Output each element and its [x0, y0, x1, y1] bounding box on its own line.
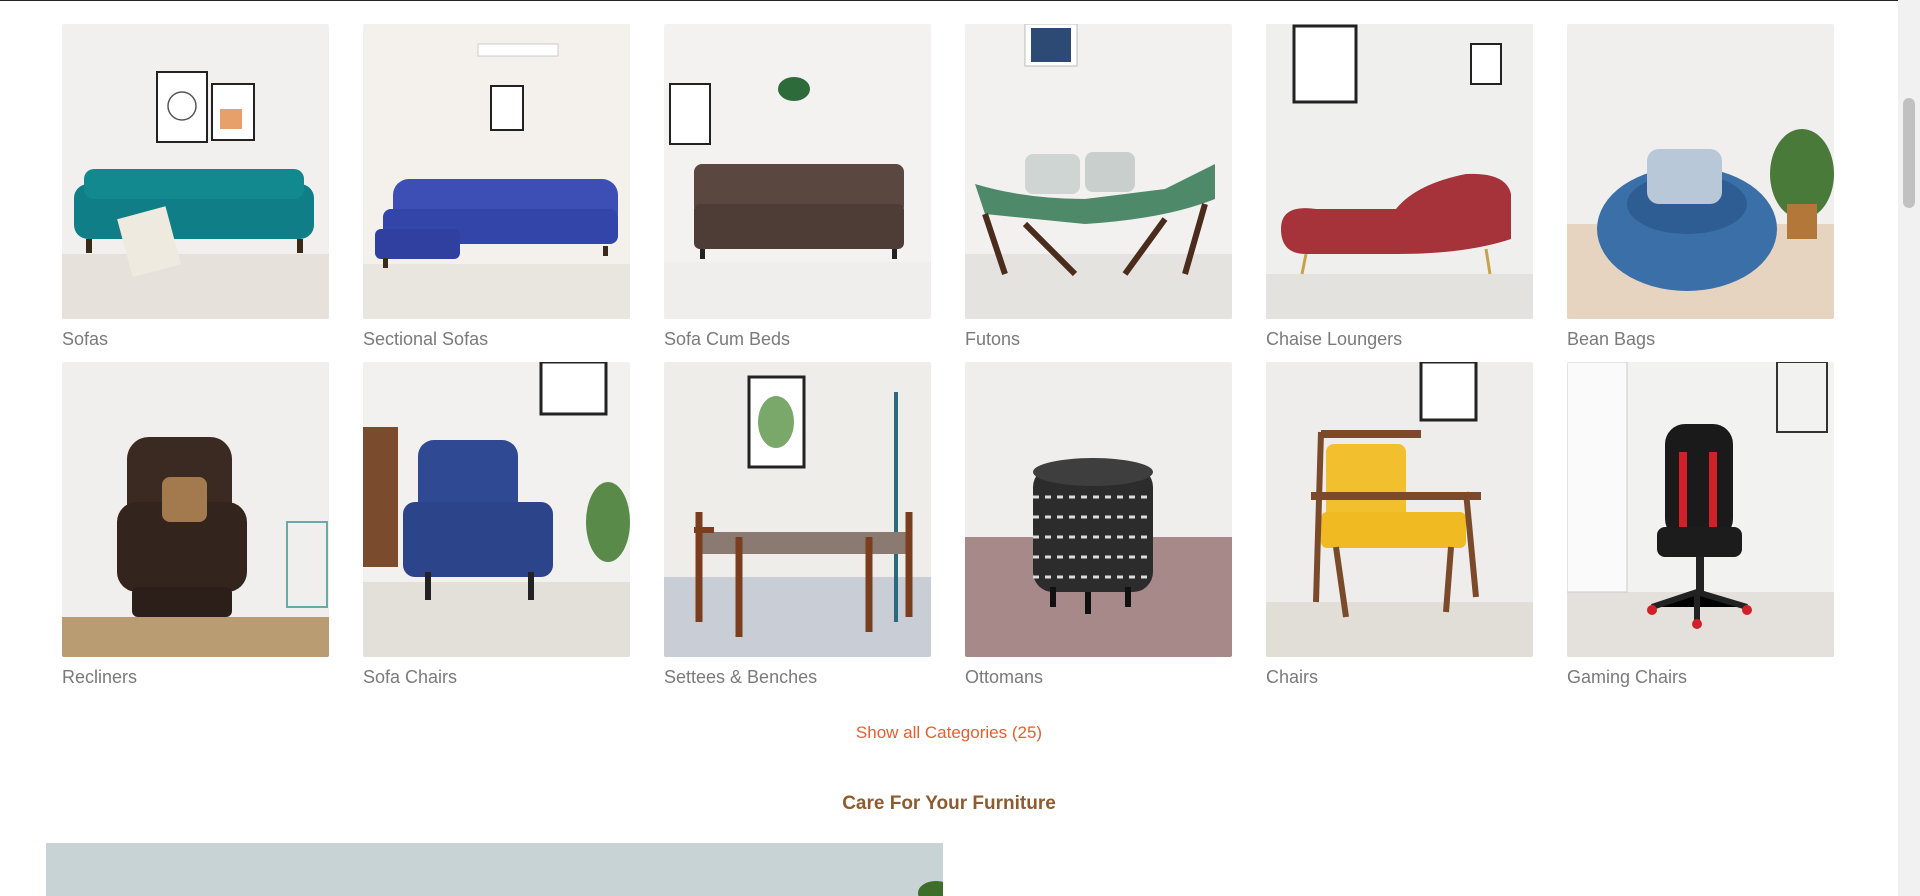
- category-label: Futons: [965, 329, 1021, 349]
- category-card-sectional-sofas[interactable]: Sectional Sofas: [363, 24, 630, 362]
- category-card-recliners[interactable]: Recliners: [62, 362, 329, 700]
- chair-yellow-image: [1266, 362, 1533, 657]
- section-title: Care For Your Furniture: [842, 793, 1056, 814]
- category-label: Settees & Benches: [664, 667, 818, 687]
- ottoman-patterned-image: [965, 362, 1232, 657]
- category-label: Sofas: [62, 329, 109, 349]
- bean-bag-blue-image: [1567, 24, 1834, 319]
- category-label: Chairs: [1266, 667, 1319, 687]
- scrollbar-thumb[interactable]: [1903, 98, 1915, 208]
- category-label: Gaming Chairs: [1567, 667, 1688, 687]
- category-card-chaise-loungers[interactable]: Chaise Loungers: [1266, 24, 1533, 362]
- category-card-settees-benches[interactable]: Settees & Benches: [664, 362, 931, 700]
- recliner-brown-image: [62, 362, 329, 657]
- category-card-ottomans[interactable]: Ottomans: [965, 362, 1232, 700]
- category-card-bean-bags[interactable]: Bean Bags: [1567, 24, 1834, 362]
- category-label: Sofa Chairs: [363, 667, 458, 687]
- category-card-sofa-cum-beds[interactable]: Sofa Cum Beds: [664, 24, 931, 362]
- sofa-cum-bed-brown-image: [664, 24, 931, 319]
- category-card-sofa-chairs[interactable]: Sofa Chairs: [363, 362, 630, 700]
- category-card-chairs[interactable]: Chairs: [1266, 362, 1533, 700]
- category-label: Chaise Loungers: [1266, 329, 1403, 349]
- settee-bench-image: [664, 362, 931, 657]
- sofa-chair-blue-image: [363, 362, 630, 657]
- chaise-lounger-red-image: [1266, 24, 1533, 319]
- show-all-categories-link[interactable]: Show all Categories (25): [856, 723, 1042, 742]
- category-label: Sectional Sofas: [363, 329, 489, 349]
- show-all-categories-row: Show all Categories (25): [0, 723, 1898, 743]
- category-label: Bean Bags: [1567, 329, 1656, 349]
- gaming-chair-red-black-image: [1567, 362, 1834, 657]
- category-label: Ottomans: [965, 667, 1044, 687]
- sectional-sofa-blue-image: [363, 24, 630, 319]
- category-label: Recliners: [62, 667, 138, 687]
- top-border: [0, 0, 1920, 1]
- category-grid: Sofas Sectional Sofas Sofa Cum Beds Futo…: [62, 24, 1834, 700]
- scrollbar[interactable]: [1898, 0, 1920, 896]
- futon-green-image: [965, 24, 1232, 319]
- category-card-gaming-chairs[interactable]: Gaming Chairs: [1567, 362, 1834, 700]
- category-card-sofas[interactable]: Sofas: [62, 24, 329, 362]
- care-banner-image[interactable]: [46, 843, 943, 896]
- category-card-futons[interactable]: Futons: [965, 24, 1232, 362]
- sofa-teal-image: [62, 24, 329, 319]
- category-label: Sofa Cum Beds: [664, 329, 791, 349]
